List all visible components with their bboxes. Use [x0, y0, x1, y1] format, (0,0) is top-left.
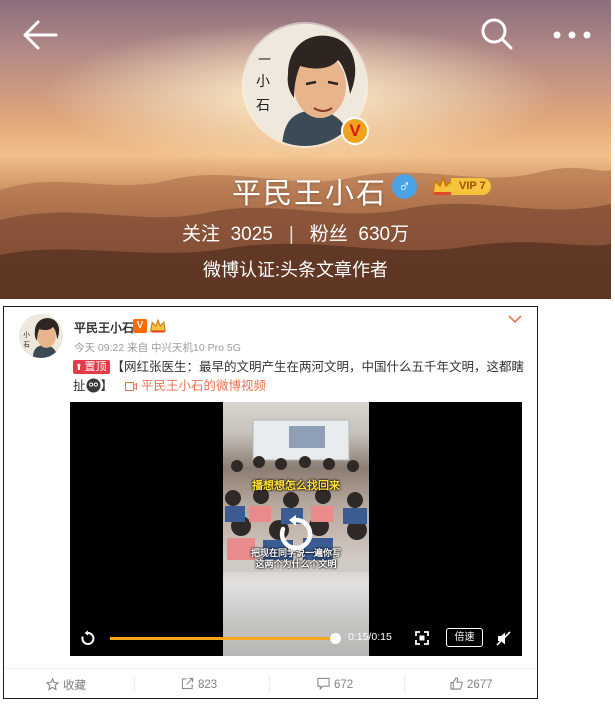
star-icon	[46, 678, 59, 691]
like-icon	[450, 677, 463, 690]
favorite-button[interactable]: 收藏	[46, 677, 86, 693]
progress-bar[interactable]	[110, 633, 341, 644]
video-link[interactable]: 平民王小石的微博视频	[125, 379, 266, 393]
action-divider	[269, 675, 270, 693]
pin-badge: ⬆ 置顶	[73, 360, 110, 374]
followers-stat[interactable]: 粉丝 630万	[310, 219, 409, 246]
time-label: 0:15/0:15	[348, 631, 392, 643]
followers-label: 粉丝	[309, 224, 348, 245]
post-body-end: 】	[100, 379, 114, 393]
comment-button[interactable]: 672	[317, 677, 353, 691]
pin-icon: ⬆	[75, 362, 83, 372]
like-button[interactable]: 2677	[450, 677, 493, 691]
followers-count: 630万	[358, 224, 410, 245]
following-stat[interactable]: 关注 3025	[182, 219, 273, 246]
fullscreen-icon[interactable]	[415, 631, 429, 645]
verified-badge: V	[133, 319, 147, 333]
action-bar: 收藏 823 672 2677	[4, 668, 537, 698]
replay-icon[interactable]	[276, 514, 316, 554]
gender-male-icon: ♂	[392, 174, 417, 199]
comment-icon	[317, 677, 330, 690]
mute-icon[interactable]	[496, 631, 511, 646]
following-label: 关注	[182, 224, 221, 245]
verification-text: 微博认证:头条文章作者	[203, 260, 388, 280]
profile-header: 一 小 石 V 平民王小石 ♂ VIP 7 关注 3025 | 粉丝 630万 微博…	[0, 0, 611, 299]
progress-knob[interactable]	[330, 633, 341, 644]
chevron-down-icon[interactable]	[507, 313, 523, 325]
video-caption-top: 播想想怎么找回来	[252, 480, 340, 492]
repost-count: 823	[198, 679, 218, 691]
vip-label: VIP 7	[451, 178, 491, 195]
repost-button[interactable]: 823	[181, 677, 217, 691]
svg-text:小: 小	[23, 329, 30, 338]
avatar-portrait-icon: 小 石	[19, 314, 63, 358]
action-divider	[404, 675, 405, 693]
progress-fill	[110, 637, 335, 640]
speed-button[interactable]: 倍速	[446, 628, 483, 647]
post-meta: 今天 09:22 来自 中兴天机10 Pro 5G	[74, 342, 241, 354]
follow-stats: 关注 3025 | 粉丝 630万	[182, 219, 409, 246]
more-icon[interactable]	[552, 30, 592, 40]
like-count: 2677	[467, 679, 493, 691]
back-arrow-icon[interactable]	[20, 18, 60, 52]
stat-separator: |	[288, 224, 294, 245]
author-avatar[interactable]: 小 石	[19, 314, 63, 358]
following-count: 3025	[230, 224, 273, 245]
svg-text:石: 石	[23, 340, 30, 348]
repost-icon	[181, 677, 194, 690]
video-icon	[125, 382, 138, 391]
video-player[interactable]: 播想想怎么找回来 把现在同学说一遍你写 这两个为什么个文明 0:15/0:15 …	[70, 402, 522, 656]
svg-text:小: 小	[256, 74, 270, 90]
search-icon[interactable]	[480, 17, 514, 51]
comment-count: 672	[334, 679, 354, 691]
post-text: ⬆ 置顶 【网红张医生：最早的文明产生在两河文明，中国什么五千年文明，这都瞎扯】平民…	[73, 358, 525, 396]
pin-label: 置顶	[84, 361, 107, 373]
svg-text:石: 石	[256, 98, 270, 114]
post-card: 小 石 平民王小石 V 今天 09:22 来自 中兴天机10 Pro 5G ⬆ 置…	[3, 306, 538, 699]
vip-crown-icon	[150, 318, 166, 333]
author-name[interactable]: 平民王小石	[74, 319, 134, 336]
replay-small-icon[interactable]	[80, 630, 96, 646]
svg-text:一: 一	[258, 53, 271, 68]
verified-badge: V	[341, 117, 369, 145]
profile-name: 平民王小石	[232, 178, 388, 210]
video-link-label: 平民王小石的微博视频	[141, 379, 267, 393]
action-divider	[134, 675, 135, 693]
emoji-icon	[85, 378, 101, 393]
favorite-label: 收藏	[63, 680, 86, 692]
